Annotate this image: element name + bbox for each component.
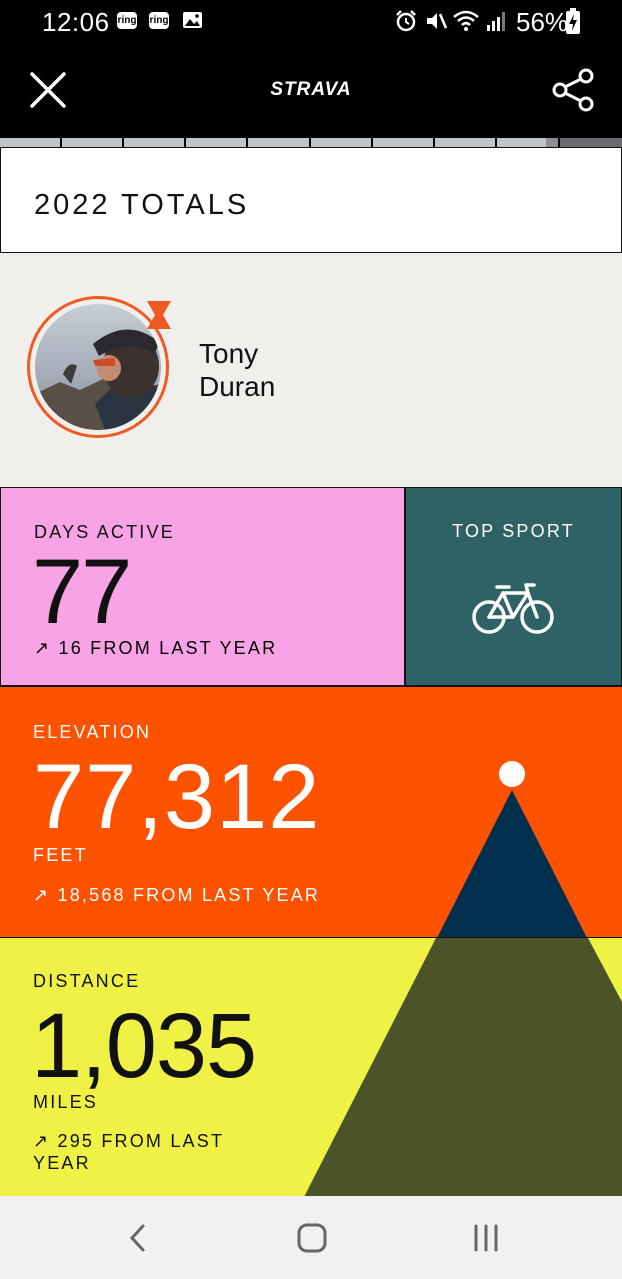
last-name: Duran [199, 371, 276, 402]
ring-notification-icon: ring [117, 12, 137, 29]
elevation-delta: ↗ 18,568 FROM LAST YEAR [33, 885, 321, 905]
distance-value: 1,035 [31, 995, 257, 1097]
strava-logo: STRAVA [270, 79, 352, 100]
top-sport-label: TOP SPORT [452, 521, 575, 541]
mute-icon [427, 13, 448, 29]
back-nav-icon[interactable] [126, 1223, 150, 1253]
title-card: 2022 TOTALS [0, 147, 622, 253]
elevation-value: 77,312 [33, 746, 321, 848]
page-title: 2022 TOTALS [34, 189, 250, 221]
arrow-up-right-icon: ↗ [33, 885, 51, 905]
wifi-icon [453, 10, 479, 31]
system-nav-bar [0, 1196, 622, 1279]
signal-icon [487, 12, 505, 31]
top-sport-card: TOP SPORT [405, 487, 622, 686]
elevation-card: ELEVATION 77,312 FEET ↗ 18,568 FROM LAST… [0, 686, 622, 937]
elevation-unit: FEET [33, 845, 88, 865]
recents-nav-icon[interactable] [472, 1224, 502, 1252]
app-bar: STRAVA [0, 44, 622, 138]
days-active-value: 77 [32, 541, 132, 643]
elevation-label: ELEVATION [33, 722, 152, 742]
distance-label: DISTANCE [33, 971, 141, 991]
days-active-delta: ↗ 16 FROM LAST YEAR [34, 638, 278, 658]
distance-delta: ↗ 295 FROM LAST YEAR [33, 1131, 224, 1173]
arrow-up-right-icon: ↗ [34, 638, 52, 658]
alarm-icon [396, 10, 416, 32]
status-bar: 12:06 ring ring 56% [0, 0, 622, 44]
arrow-up-right-icon: ↗ [33, 1131, 51, 1151]
days-active-label: DAYS ACTIVE [34, 522, 175, 542]
ring-notification-icon: ring [149, 12, 169, 29]
bicycle-icon [472, 583, 554, 634]
home-nav-icon[interactable] [297, 1223, 327, 1253]
share-icon[interactable] [552, 68, 596, 112]
battery-icon [566, 8, 580, 34]
distance-unit: MILES [33, 1092, 99, 1112]
days-active-card: DAYS ACTIVE 77 ↗ 16 FROM LAST YEAR [0, 487, 405, 686]
strava-badge-icon [147, 301, 171, 329]
distance-card: DISTANCE 1,035 MILES ↗ 295 FROM LAST YEA… [0, 937, 622, 1196]
status-time: 12:06 [42, 7, 110, 37]
image-notification-icon [183, 12, 202, 28]
athlete-name: Tony Duran [199, 337, 275, 403]
battery-percent: 56% [516, 7, 569, 37]
profile-section: Tony Duran [0, 253, 622, 487]
first-name: Tony [199, 338, 259, 369]
